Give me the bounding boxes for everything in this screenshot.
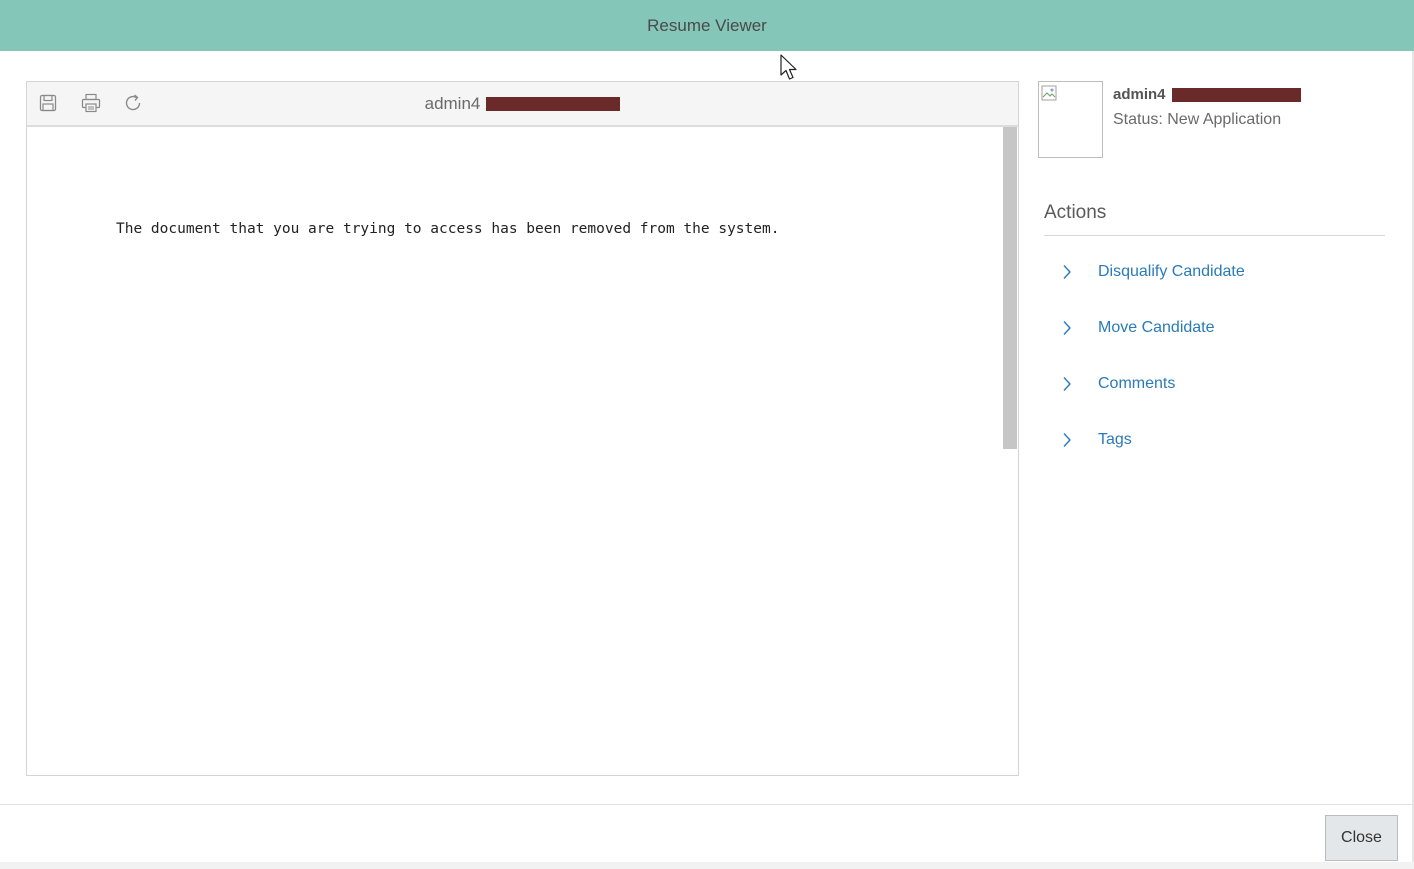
footer-divider bbox=[0, 804, 1414, 805]
actions-heading: Actions bbox=[1044, 202, 1107, 223]
action-label: Disqualify Candidate bbox=[1098, 263, 1245, 280]
document-viewer: admin4 The document that you are trying … bbox=[26, 81, 1019, 776]
chevron-right-icon bbox=[1060, 263, 1074, 281]
document-scrollbar[interactable] bbox=[1003, 127, 1018, 775]
document-removed-message: The document that you are trying to acce… bbox=[116, 221, 780, 237]
chevron-right-icon bbox=[1060, 319, 1074, 337]
chevron-right-icon bbox=[1060, 375, 1074, 393]
candidate-avatar bbox=[1038, 81, 1103, 158]
actions-divider bbox=[1044, 235, 1385, 236]
action-label: Comments bbox=[1098, 375, 1176, 392]
viewer-toolbar: admin4 bbox=[27, 82, 1018, 127]
redaction-bar bbox=[486, 96, 621, 111]
document-title-text: admin4 bbox=[424, 93, 481, 113]
document-title: admin4 bbox=[27, 82, 1018, 125]
action-label: Tags bbox=[1098, 431, 1132, 448]
candidate-status: Status: New Application bbox=[1113, 111, 1282, 128]
dialog-bottom-edge bbox=[0, 862, 1414, 869]
action-comments[interactable]: Comments bbox=[1060, 375, 1175, 393]
broken-image-icon bbox=[1041, 85, 1057, 101]
candidate-name: admin4 bbox=[1113, 86, 1301, 103]
document-content: The document that you are trying to acce… bbox=[27, 127, 1003, 775]
candidate-name-text: admin4 bbox=[1113, 86, 1166, 103]
redaction-bar bbox=[1171, 87, 1301, 102]
action-tags[interactable]: Tags bbox=[1060, 431, 1132, 449]
dialog-title-bar: Resume Viewer bbox=[0, 0, 1414, 51]
dialog-title: Resume Viewer bbox=[647, 15, 767, 35]
mouse-cursor-icon bbox=[780, 54, 797, 80]
action-label: Move Candidate bbox=[1098, 319, 1215, 336]
chevron-right-icon bbox=[1060, 431, 1074, 449]
scrollbar-thumb[interactable] bbox=[1003, 127, 1017, 449]
action-move-candidate[interactable]: Move Candidate bbox=[1060, 319, 1215, 337]
close-button[interactable]: Close bbox=[1325, 815, 1398, 861]
action-disqualify-candidate[interactable]: Disqualify Candidate bbox=[1060, 263, 1245, 281]
